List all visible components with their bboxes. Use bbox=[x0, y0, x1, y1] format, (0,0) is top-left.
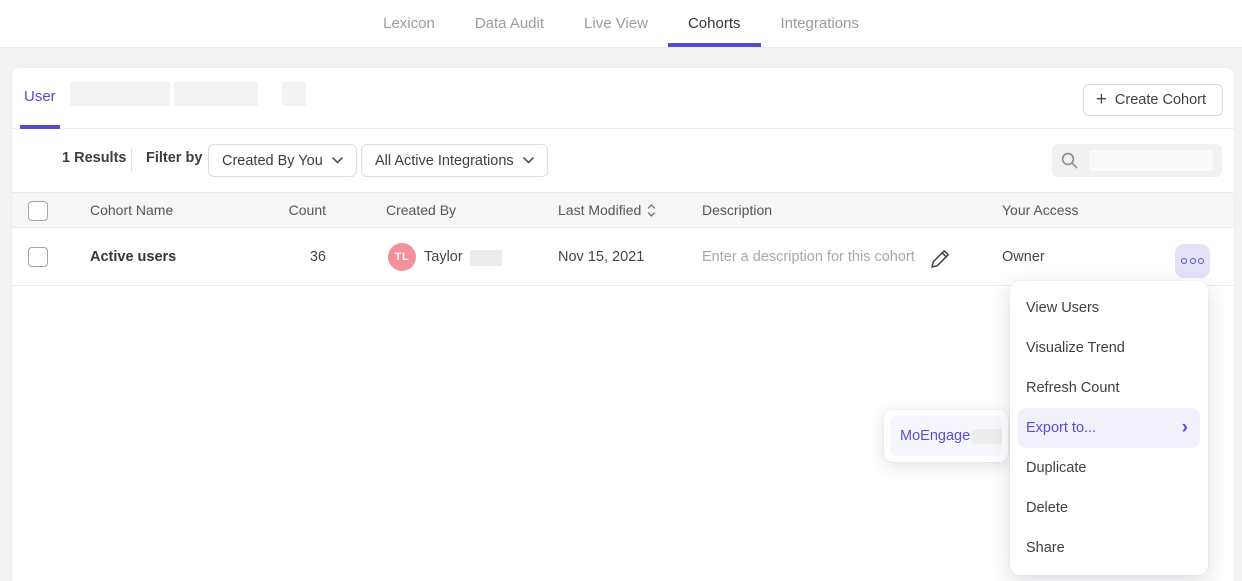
header-created-by: Created By bbox=[386, 202, 456, 218]
menu-item-view-users[interactable]: View Users bbox=[1010, 288, 1208, 328]
created-by-dropdown-value: Created By You bbox=[222, 153, 323, 169]
row-context-menu: View Users Visualize Trend Refresh Count… bbox=[1010, 281, 1208, 575]
redacted-creator-surname bbox=[470, 250, 502, 266]
redacted-tab-3 bbox=[282, 82, 306, 106]
panel-tab-row: User + Create Cohort bbox=[12, 68, 1234, 129]
avatar: TL bbox=[388, 243, 416, 271]
active-integrations-dropdown-value: All Active Integrations bbox=[375, 153, 514, 169]
table-row: Active users 36 TL Taylor Nov 15, 2021 E… bbox=[12, 229, 1234, 286]
active-integrations-dropdown[interactable]: All Active Integrations bbox=[361, 144, 548, 177]
menu-item-share[interactable]: Share bbox=[1010, 528, 1208, 568]
menu-item-export-to[interactable]: Export to... › bbox=[1018, 408, 1200, 448]
row-more-button[interactable] bbox=[1175, 244, 1210, 278]
menu-item-visualize-trend[interactable]: Visualize Trend bbox=[1010, 328, 1208, 368]
plus-icon: + bbox=[1096, 90, 1107, 109]
creator-name: Taylor bbox=[424, 249, 463, 265]
header-count: Count bbox=[262, 202, 326, 218]
menu-item-duplicate[interactable]: Duplicate bbox=[1010, 448, 1208, 488]
chevron-down-icon bbox=[523, 157, 534, 164]
export-submenu: MoEngage bbox=[884, 410, 1008, 462]
pencil-icon bbox=[928, 247, 952, 271]
edit-description-button[interactable] bbox=[928, 247, 952, 271]
header-your-access: Your Access bbox=[1002, 202, 1079, 218]
header-last-modified-label: Last Modified bbox=[558, 202, 641, 218]
last-modified-date: Nov 15, 2021 bbox=[558, 249, 644, 265]
header-cohort-name: Cohort Name bbox=[90, 202, 173, 218]
tab-lexicon[interactable]: Lexicon bbox=[363, 0, 455, 47]
tab-integrations[interactable]: Integrations bbox=[761, 0, 879, 47]
redacted-tab-1 bbox=[70, 82, 170, 106]
tab-live-view[interactable]: Live View bbox=[564, 0, 668, 47]
submenu-item-moengage[interactable]: MoEngage bbox=[890, 416, 1002, 456]
row-checkbox[interactable] bbox=[28, 247, 48, 267]
filter-bar: 1 Results Filter by Created By You All A… bbox=[12, 129, 1234, 192]
header-last-modified[interactable]: Last Modified bbox=[558, 202, 656, 218]
header-description: Description bbox=[702, 202, 772, 218]
menu-item-refresh-count[interactable]: Refresh Count bbox=[1010, 368, 1208, 408]
divider bbox=[131, 148, 132, 172]
description-input[interactable]: Enter a description for this cohort bbox=[702, 249, 915, 265]
select-all-checkbox[interactable] bbox=[28, 201, 48, 221]
menu-item-delete[interactable]: Delete bbox=[1010, 488, 1208, 528]
table-header: Cohort Name Count Created By Last Modifi… bbox=[12, 192, 1234, 228]
sort-icon[interactable] bbox=[647, 204, 656, 217]
access-level: Owner bbox=[1002, 249, 1045, 265]
create-cohort-label: Create Cohort bbox=[1115, 92, 1206, 108]
results-count: 1 Results bbox=[62, 150, 126, 166]
top-nav: Lexicon Data Audit Live View Cohorts Int… bbox=[0, 0, 1242, 48]
more-dots-icon bbox=[1181, 258, 1187, 264]
filter-by-label: Filter by bbox=[146, 150, 202, 166]
created-by-dropdown[interactable]: Created By You bbox=[208, 144, 357, 177]
redacted-submenu-text bbox=[972, 429, 1002, 444]
search-input[interactable] bbox=[1052, 144, 1222, 177]
chevron-right-icon: › bbox=[1182, 418, 1188, 437]
tab-user-cohorts[interactable]: User bbox=[20, 68, 60, 129]
cohort-count: 36 bbox=[262, 249, 326, 265]
create-cohort-button[interactable]: + Create Cohort bbox=[1083, 84, 1223, 116]
tab-cohorts[interactable]: Cohorts bbox=[668, 0, 761, 47]
search-icon bbox=[1060, 151, 1079, 170]
cohort-name-link[interactable]: Active users bbox=[90, 249, 176, 265]
tab-data-audit[interactable]: Data Audit bbox=[455, 0, 564, 47]
chevron-down-icon bbox=[332, 157, 343, 164]
redacted-tab-2 bbox=[174, 82, 258, 106]
submenu-item-moengage-label: MoEngage bbox=[900, 428, 970, 444]
redacted-search-text bbox=[1089, 150, 1213, 171]
menu-item-export-to-label: Export to... bbox=[1026, 420, 1096, 436]
